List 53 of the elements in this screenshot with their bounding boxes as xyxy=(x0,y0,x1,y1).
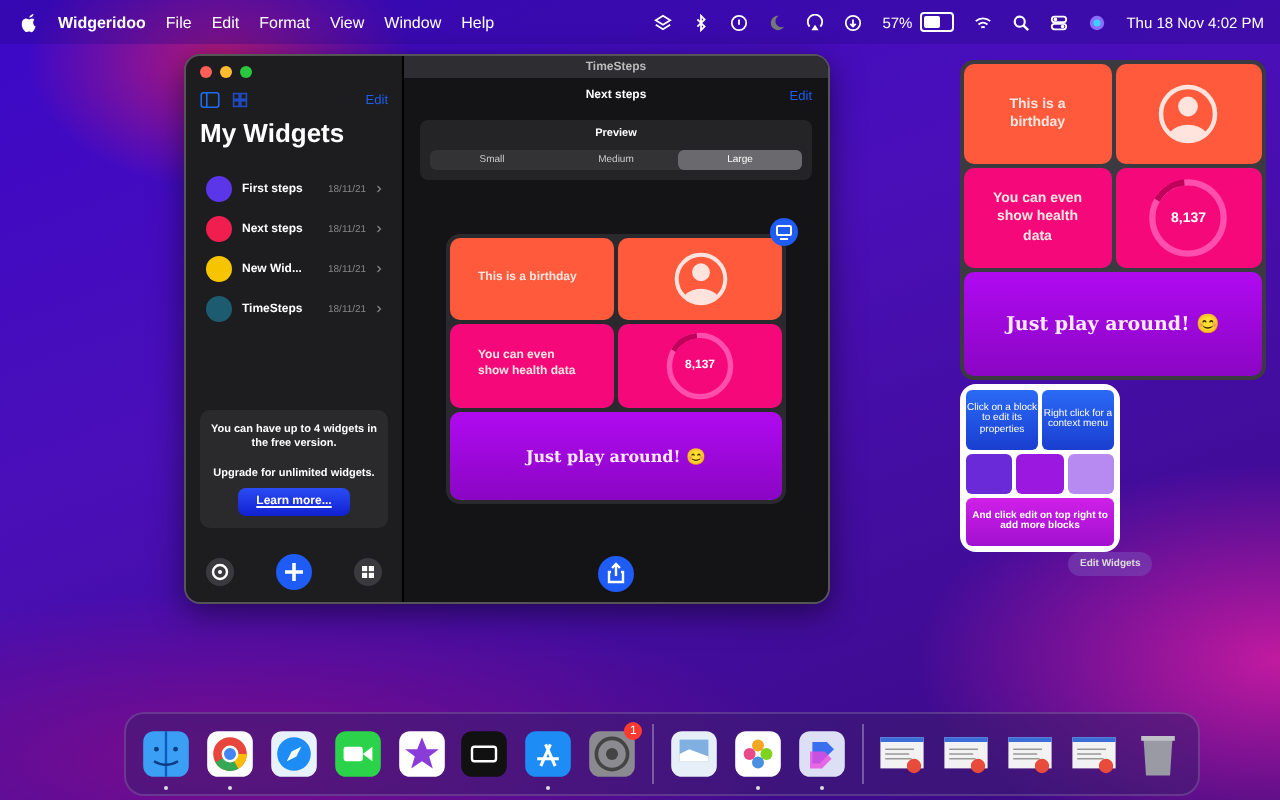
settings-app-icon[interactable] xyxy=(588,730,637,778)
control-center-icon[interactable] xyxy=(1050,13,1069,31)
widgets-grid-icon[interactable] xyxy=(354,558,382,586)
progress-ring xyxy=(664,330,736,402)
tip-block xyxy=(966,454,1013,494)
bluetooth-icon[interactable] xyxy=(692,13,711,31)
menu-item[interactable]: File xyxy=(165,13,192,31)
airplay-icon[interactable] xyxy=(806,13,825,31)
safari-app-icon[interactable] xyxy=(269,730,318,778)
search-icon[interactable] xyxy=(1012,13,1031,31)
app-menu[interactable]: Widgeridoo xyxy=(58,13,146,31)
battery-icon[interactable] xyxy=(920,12,955,32)
facetime-app-icon[interactable] xyxy=(333,730,382,778)
download-icon[interactable] xyxy=(844,13,863,31)
banner-block: Just play around! 😊 xyxy=(450,412,782,500)
menu-item[interactable]: Edit xyxy=(211,13,240,31)
sidebar-heading: My Widgets xyxy=(200,118,347,148)
minimize-button[interactable] xyxy=(220,66,232,78)
close-button[interactable] xyxy=(200,66,212,78)
menu-item[interactable]: Format xyxy=(259,13,310,31)
photos-app-icon[interactable] xyxy=(733,730,782,778)
tv-app-icon[interactable] xyxy=(460,730,509,778)
zoom-button[interactable] xyxy=(240,66,252,78)
appstore-app-icon[interactable] xyxy=(524,730,573,778)
banner-block: Just play around! 😊 xyxy=(964,272,1262,376)
layers-icon[interactable] xyxy=(654,13,673,31)
person-icon xyxy=(1158,84,1219,144)
display-icon[interactable] xyxy=(770,218,798,246)
menu-item[interactable]: Help xyxy=(461,13,495,31)
chevron-icon xyxy=(376,184,383,194)
shortcuts-app-icon[interactable] xyxy=(797,730,846,778)
sidebar-toggle-icon[interactable] xyxy=(200,92,220,108)
info-icon[interactable] xyxy=(730,13,749,31)
moon-icon[interactable] xyxy=(768,13,787,31)
tip-block xyxy=(1016,454,1064,494)
chevron-icon xyxy=(376,224,383,234)
preview-app-icon[interactable] xyxy=(669,730,718,778)
share-button[interactable] xyxy=(598,556,634,592)
siri-icon[interactable] xyxy=(1088,13,1107,31)
progress-ring xyxy=(1146,176,1231,260)
menu-item[interactable]: Window xyxy=(384,13,442,31)
menu-item[interactable]: View xyxy=(329,13,365,31)
apple-logo-icon[interactable] xyxy=(20,11,38,33)
settings-icon[interactable] xyxy=(206,558,234,586)
chevron-icon xyxy=(376,304,383,314)
chrome-app-icon[interactable] xyxy=(205,730,254,778)
add-button[interactable] xyxy=(276,554,312,590)
finder-app-icon[interactable] xyxy=(142,730,190,778)
chevron-icon xyxy=(376,264,383,274)
imovie-app-icon[interactable] xyxy=(397,730,445,778)
tip-block xyxy=(1067,454,1114,494)
person-icon xyxy=(673,252,727,306)
wifi-icon[interactable] xyxy=(974,13,993,31)
